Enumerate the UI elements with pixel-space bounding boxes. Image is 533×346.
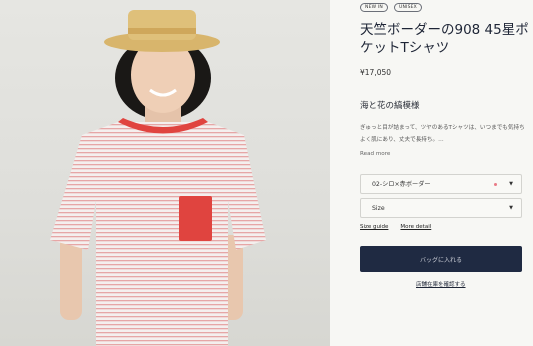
chevron-down-icon: ▼	[509, 181, 513, 187]
color-swatch-dot	[494, 183, 497, 186]
add-to-bag-button[interactable]: バッグに入れる	[360, 246, 522, 272]
model-photo-illustration	[50, 10, 266, 346]
product-subheading: 海と花の縞模様	[360, 101, 420, 111]
chevron-down-icon: ▼	[509, 205, 513, 211]
size-select-value: Size	[372, 205, 385, 212]
product-description: ぎゅっと目が詰まって、ツヤのあるTシャツは、いつまでも気持ちよく肌にあり、丈夫で…	[360, 125, 525, 143]
read-more-link[interactable]: Read more	[360, 151, 390, 157]
product-price: ¥17,050	[360, 68, 392, 77]
color-select[interactable]: 02-シロ×赤ボーダー ▼	[360, 174, 522, 194]
new-in-badge: NEW IN	[360, 3, 388, 12]
store-stock-link[interactable]: 店舗在庫を確認する	[416, 280, 466, 288]
detail-links: Size guide More detail	[360, 224, 431, 230]
size-select[interactable]: Size ▼	[360, 198, 522, 218]
product-title: 天竺ボーダーの908 45星ポケットTシャツ	[360, 22, 529, 56]
unisex-badge: UNISEX	[393, 3, 422, 12]
product-info-panel: NEW IN UNISEX 天竺ボーダーの908 45星ポケットTシャツ ¥17…	[360, 0, 529, 346]
color-select-value: 02-シロ×赤ボーダー	[372, 181, 431, 188]
badge-row: NEW IN UNISEX	[360, 3, 422, 12]
size-guide-link[interactable]: Size guide	[360, 224, 388, 230]
product-photo	[0, 0, 330, 346]
more-detail-link[interactable]: More detail	[400, 224, 431, 230]
